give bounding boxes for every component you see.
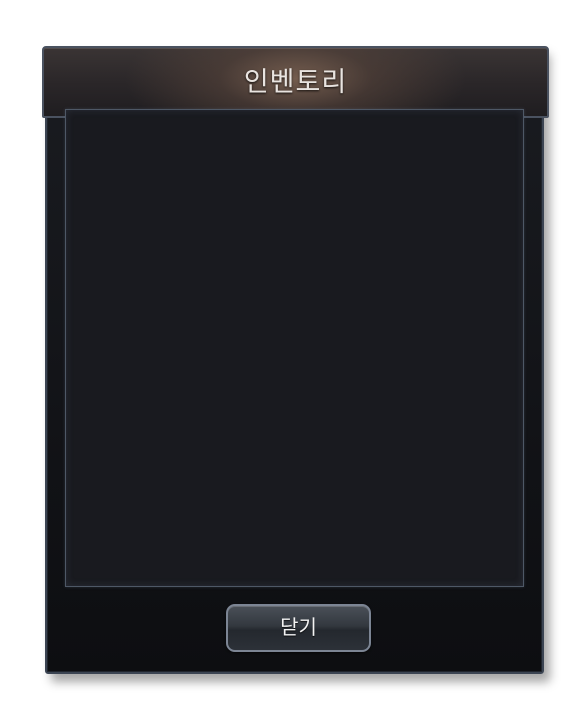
close-button[interactable]: 닫기 xyxy=(226,604,371,652)
window-title: 인벤토리 xyxy=(243,67,348,98)
inventory-content-panel xyxy=(65,109,524,587)
close-button-label: 닫기 xyxy=(280,615,317,639)
inventory-window: 인벤토리 닫기 xyxy=(42,46,549,674)
window-titlebar[interactable]: 인벤토리 xyxy=(42,46,549,118)
